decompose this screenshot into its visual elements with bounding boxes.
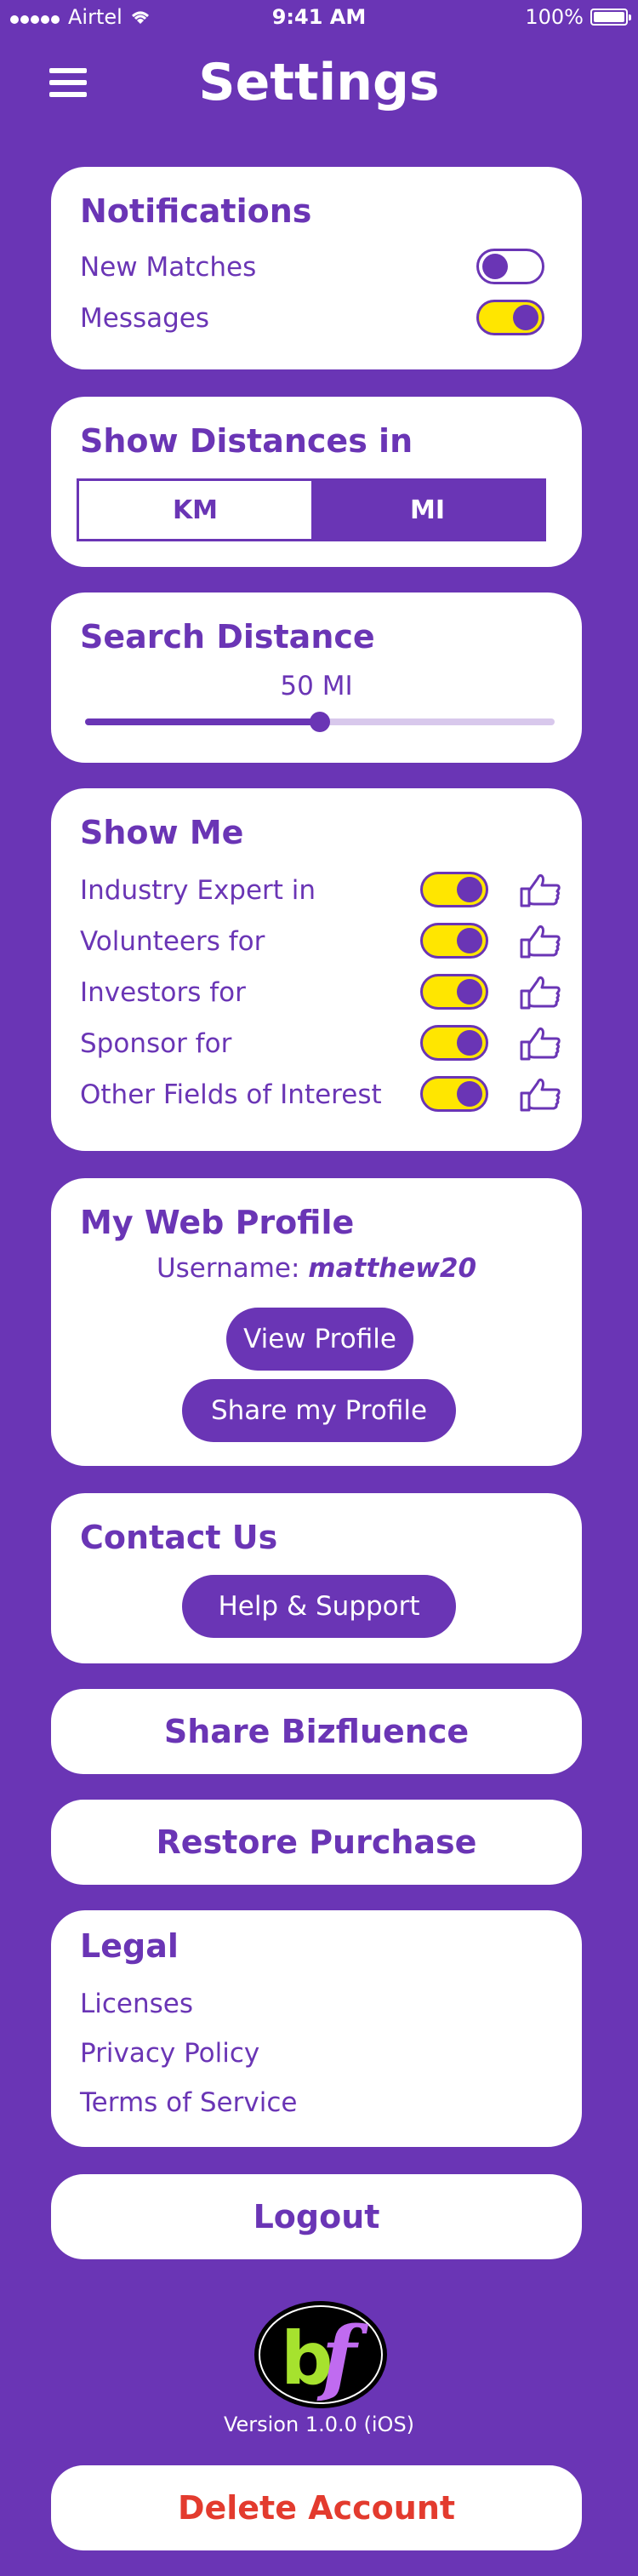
thumbs-up-icon[interactable] <box>519 1025 561 1062</box>
legal-title: Legal <box>80 1927 179 1965</box>
search-distance-value: 50 MI <box>280 671 353 701</box>
notifications-title: Notifications <box>80 192 312 230</box>
terms-of-service-link[interactable]: Terms of Service <box>80 2087 297 2118</box>
units-option-km[interactable]: KM <box>79 481 311 539</box>
show-me-item-toggle[interactable] <box>420 923 488 959</box>
view-profile-button[interactable]: View Profile <box>226 1308 413 1371</box>
slider-fill <box>85 718 320 725</box>
thumbs-up-icon[interactable] <box>519 1076 561 1113</box>
thumbs-up-icon[interactable] <box>519 974 561 1011</box>
show-me-item-label: Volunteers for <box>80 926 265 957</box>
new-matches-toggle[interactable] <box>476 249 544 284</box>
notifications-card: Notifications New Matches Messages <box>51 167 582 369</box>
search-distance-card: Search Distance 50 MI <box>51 592 582 763</box>
battery-percent: 100% <box>525 5 584 29</box>
show-me-item-toggle[interactable] <box>420 1025 488 1061</box>
units-option-mi[interactable]: MI <box>311 481 544 539</box>
distance-slider[interactable] <box>85 712 555 732</box>
legal-card: Legal Licenses Privacy Policy Terms of S… <box>51 1910 582 2147</box>
show-me-card: Show Me Industry Expert in Volunteers for… <box>51 788 582 1151</box>
show-me-item-label: Industry Expert in <box>80 875 316 906</box>
messages-toggle[interactable] <box>476 300 544 335</box>
contact-title: Contact Us <box>80 1519 278 1556</box>
slider-thumb[interactable] <box>310 712 330 732</box>
show-me-item-toggle[interactable] <box>420 974 488 1010</box>
delete-account-button[interactable]: Delete Account <box>51 2465 582 2550</box>
logout-button[interactable]: Logout <box>51 2174 582 2259</box>
show-me-item-toggle[interactable] <box>420 1076 488 1112</box>
contact-card: Contact Us Help & Support <box>51 1493 582 1663</box>
status-bar: Airtel 9:41 AM 100% <box>0 0 638 34</box>
web-profile-title: My Web Profile <box>80 1204 355 1241</box>
battery-icon <box>590 9 631 26</box>
username-label: Username: <box>156 1253 300 1284</box>
thumbs-up-icon[interactable] <box>519 923 561 960</box>
distance-units-title: Show Distances in <box>80 422 413 460</box>
show-me-item-label: Sponsor for <box>80 1028 232 1059</box>
messages-label: Messages <box>80 303 210 334</box>
share-profile-button[interactable]: Share my Profile <box>182 1379 456 1442</box>
restore-purchase-button[interactable]: Restore Purchase <box>51 1800 582 1885</box>
show-me-title: Show Me <box>80 814 244 851</box>
username-value: matthew20 <box>308 1253 477 1284</box>
help-support-button[interactable]: Help & Support <box>182 1575 456 1638</box>
show-me-item-label: Other Fields of Interest <box>80 1079 382 1110</box>
licenses-link[interactable]: Licenses <box>80 1989 193 2019</box>
distance-units-card: Show Distances in KM MI <box>51 397 582 567</box>
web-profile-card: My Web Profile Username: matthew20 View … <box>51 1178 582 1466</box>
units-segmented-control: KM MI <box>77 478 546 541</box>
privacy-policy-link[interactable]: Privacy Policy <box>80 2038 259 2069</box>
thumbs-up-icon[interactable] <box>519 872 561 909</box>
search-distance-title: Search Distance <box>80 618 375 655</box>
share-app-button[interactable]: Share Bizfluence <box>51 1689 582 1774</box>
page-title: Settings <box>198 53 440 112</box>
app-logo: b f <box>254 2301 387 2408</box>
version-label: Version 1.0.0 (iOS) <box>223 2413 415 2436</box>
show-me-item-label: Investors for <box>80 977 246 1008</box>
battery-group: 100% <box>525 5 631 29</box>
show-me-item-toggle[interactable] <box>420 872 488 907</box>
new-matches-label: New Matches <box>80 252 257 283</box>
username-row: Username: matthew20 <box>51 1253 582 1284</box>
header: Settings <box>0 43 638 128</box>
